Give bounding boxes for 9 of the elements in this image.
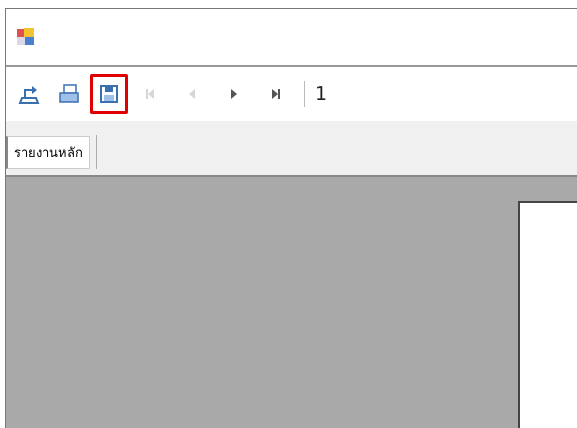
- save-button[interactable]: [90, 74, 128, 114]
- first-page-icon: [145, 88, 155, 100]
- export-icon: [18, 83, 40, 105]
- app-icon: [17, 28, 35, 46]
- report-tab[interactable]: รายงานหลัก: [6, 136, 90, 169]
- printer-icon: [58, 83, 80, 105]
- next-page-icon: [230, 88, 238, 100]
- previous-page-icon: [188, 88, 196, 100]
- last-page-icon: [271, 88, 281, 100]
